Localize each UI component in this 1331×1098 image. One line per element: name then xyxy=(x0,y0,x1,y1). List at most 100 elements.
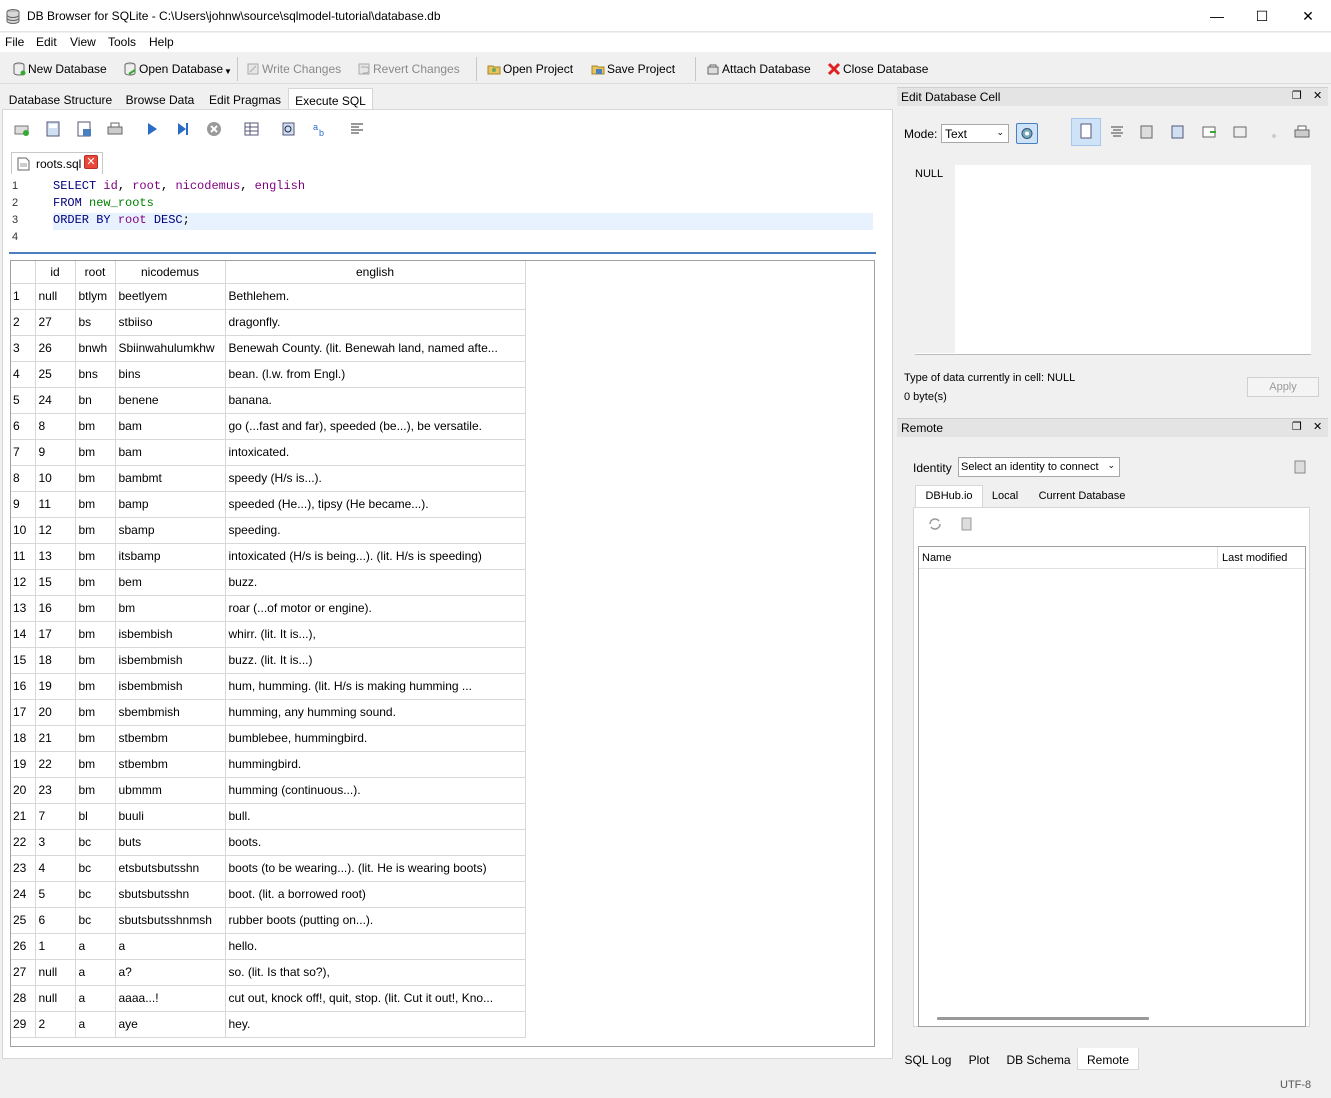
cell-english[interactable]: bean. (l.w. from Engl.) xyxy=(225,361,526,388)
menu-edit[interactable]: Edit xyxy=(36,35,57,49)
cell-id[interactable]: 21 xyxy=(35,725,76,752)
cell-english[interactable]: cut out, knock off!, quit, stop. (lit. C… xyxy=(225,985,526,1012)
cell-english[interactable]: bull. xyxy=(225,803,526,830)
remote-file-list[interactable]: Name Last modified xyxy=(918,546,1306,1027)
cell-nicodemus[interactable]: stbembm xyxy=(115,751,226,778)
column-header-name[interactable]: Name xyxy=(922,552,951,564)
mode-select[interactable]: Text ⌄ xyxy=(941,124,1009,143)
cell-nicodemus[interactable]: a? xyxy=(115,959,226,986)
menu-file[interactable]: File xyxy=(5,35,24,49)
row-number[interactable]: 20 xyxy=(11,777,36,804)
open-database-dropdown-icon[interactable]: ▼ xyxy=(224,67,232,76)
row-number[interactable]: 1 xyxy=(11,283,36,310)
cell-root[interactable]: a xyxy=(75,933,116,960)
cell-root[interactable]: bc xyxy=(75,829,116,856)
row-number[interactable]: 18 xyxy=(11,725,36,752)
float-pane-icon[interactable]: ❐ xyxy=(1292,89,1302,102)
maximize-button[interactable]: ☐ xyxy=(1239,0,1285,32)
close-pane-icon[interactable]: ✕ xyxy=(1313,420,1322,433)
tab-db-schema[interactable]: DB Schema xyxy=(1001,1048,1076,1070)
cell-id[interactable]: 24 xyxy=(35,387,76,414)
tab-browse-data[interactable]: Browse Data xyxy=(119,88,201,110)
cell-english[interactable]: Benewah County. (lit. Benewah land, name… xyxy=(225,335,526,362)
cell-english[interactable]: Bethlehem. xyxy=(225,283,526,310)
cell-english[interactable]: boot. (lit. a borrowed root) xyxy=(225,881,526,908)
cell-root[interactable]: bns xyxy=(75,361,116,388)
cell-id[interactable]: 15 xyxy=(35,569,76,596)
cell-root[interactable]: bm xyxy=(75,543,116,570)
open-sql-file-icon[interactable] xyxy=(44,120,62,138)
cell-root[interactable]: bs xyxy=(75,309,116,336)
tab-plot[interactable]: Plot xyxy=(959,1048,999,1070)
cell-english[interactable]: intoxicated. xyxy=(225,439,526,466)
cell-id[interactable]: 1 xyxy=(35,933,76,960)
float-pane-icon[interactable]: ❐ xyxy=(1292,420,1302,433)
cell-root[interactable]: bc xyxy=(75,881,116,908)
row-number[interactable]: 26 xyxy=(11,933,36,960)
refresh-icon[interactable] xyxy=(927,516,943,532)
cell-id[interactable]: 18 xyxy=(35,647,76,674)
row-number[interactable]: 9 xyxy=(11,491,36,518)
image-icon[interactable] xyxy=(1232,124,1248,140)
close-tab-icon[interactable]: ✕ xyxy=(84,155,98,169)
results-grid[interactable]: id root nicodemus english 1 null btlym beet… xyxy=(10,260,875,1047)
align-icon[interactable] xyxy=(1109,124,1125,140)
cell-root[interactable]: bm xyxy=(75,439,116,466)
row-number[interactable]: 7 xyxy=(11,439,36,466)
cell-nicodemus[interactable]: sbamp xyxy=(115,517,226,544)
cell-root[interactable]: a xyxy=(75,1011,116,1038)
tab-remote[interactable]: Remote xyxy=(1077,1048,1139,1070)
cell-nicodemus[interactable]: ubmmm xyxy=(115,777,226,804)
cell-nicodemus[interactable]: aaaa...! xyxy=(115,985,226,1012)
print-icon[interactable] xyxy=(106,120,124,138)
identity-select[interactable]: Select an identity to connect ⌄ xyxy=(958,457,1120,477)
row-number[interactable]: 13 xyxy=(11,595,36,622)
sql-file-tab[interactable]: roots.sql ✕ xyxy=(11,152,103,174)
row-number[interactable]: 3 xyxy=(11,335,36,362)
certificate-icon[interactable] xyxy=(1292,459,1308,475)
cell-nicodemus[interactable]: buts xyxy=(115,829,226,856)
row-number[interactable]: 17 xyxy=(11,699,36,726)
column-header-root[interactable]: root xyxy=(75,261,116,284)
cell-nicodemus[interactable]: bm xyxy=(115,595,226,622)
cell-english[interactable]: hum, humming. (lit. H/s is making hummin… xyxy=(225,673,526,700)
cell-nicodemus[interactable]: a xyxy=(115,933,226,960)
apply-button[interactable]: Apply xyxy=(1247,377,1319,397)
cell-nicodemus[interactable]: sbutsbutsshn xyxy=(115,881,226,908)
tab-edit-pragmas[interactable]: Edit Pragmas xyxy=(203,88,287,110)
cell-id[interactable]: 25 xyxy=(35,361,76,388)
cell-root[interactable]: bm xyxy=(75,517,116,544)
column-header-id[interactable]: id xyxy=(35,261,76,284)
comment-lines-icon[interactable] xyxy=(348,120,366,138)
cell-id[interactable]: 5 xyxy=(35,881,76,908)
import-icon[interactable] xyxy=(1139,124,1155,140)
tab-current-database[interactable]: Current Database xyxy=(1029,488,1135,507)
sql-editor[interactable]: 1 2 3 4 SELECT id, root, nicodemus, engl… xyxy=(9,174,876,254)
revert-changes-button[interactable]: Revert Changes xyxy=(357,59,460,79)
row-number[interactable]: 4 xyxy=(11,361,36,388)
cell-english[interactable]: buzz. (lit. It is...) xyxy=(225,647,526,674)
cell-nicodemus[interactable]: sbembmish xyxy=(115,699,226,726)
tab-execute-sql[interactable]: Execute SQL xyxy=(288,88,373,110)
cell-english[interactable]: humming, any humming sound. xyxy=(225,699,526,726)
cell-root[interactable]: bm xyxy=(75,725,116,752)
find-replace-icon[interactable]: ab xyxy=(311,120,329,138)
remove-icon[interactable] xyxy=(1263,124,1279,140)
cell-english[interactable]: rubber boots (putting on...). xyxy=(225,907,526,934)
row-number[interactable]: 10 xyxy=(11,517,36,544)
close-database-button[interactable]: Close Database xyxy=(827,59,928,79)
cell-nicodemus[interactable]: buuli xyxy=(115,803,226,830)
row-number[interactable]: 15 xyxy=(11,647,36,674)
cell-english[interactable]: whirr. (lit. It is...), xyxy=(225,621,526,648)
cell-root[interactable]: bm xyxy=(75,413,116,440)
minimize-button[interactable]: — xyxy=(1194,0,1240,32)
cell-nicodemus[interactable]: aye xyxy=(115,1011,226,1038)
row-number[interactable]: 27 xyxy=(11,959,36,986)
write-changes-button[interactable]: Write Changes xyxy=(246,59,341,79)
new-database-button[interactable]: New Database xyxy=(12,59,107,79)
cell-root[interactable]: bc xyxy=(75,855,116,882)
cell-id[interactable]: 4 xyxy=(35,855,76,882)
open-database-button[interactable]: Open Database xyxy=(123,59,223,79)
cell-english[interactable]: banana. xyxy=(225,387,526,414)
cell-nicodemus[interactable]: bamp xyxy=(115,491,226,518)
